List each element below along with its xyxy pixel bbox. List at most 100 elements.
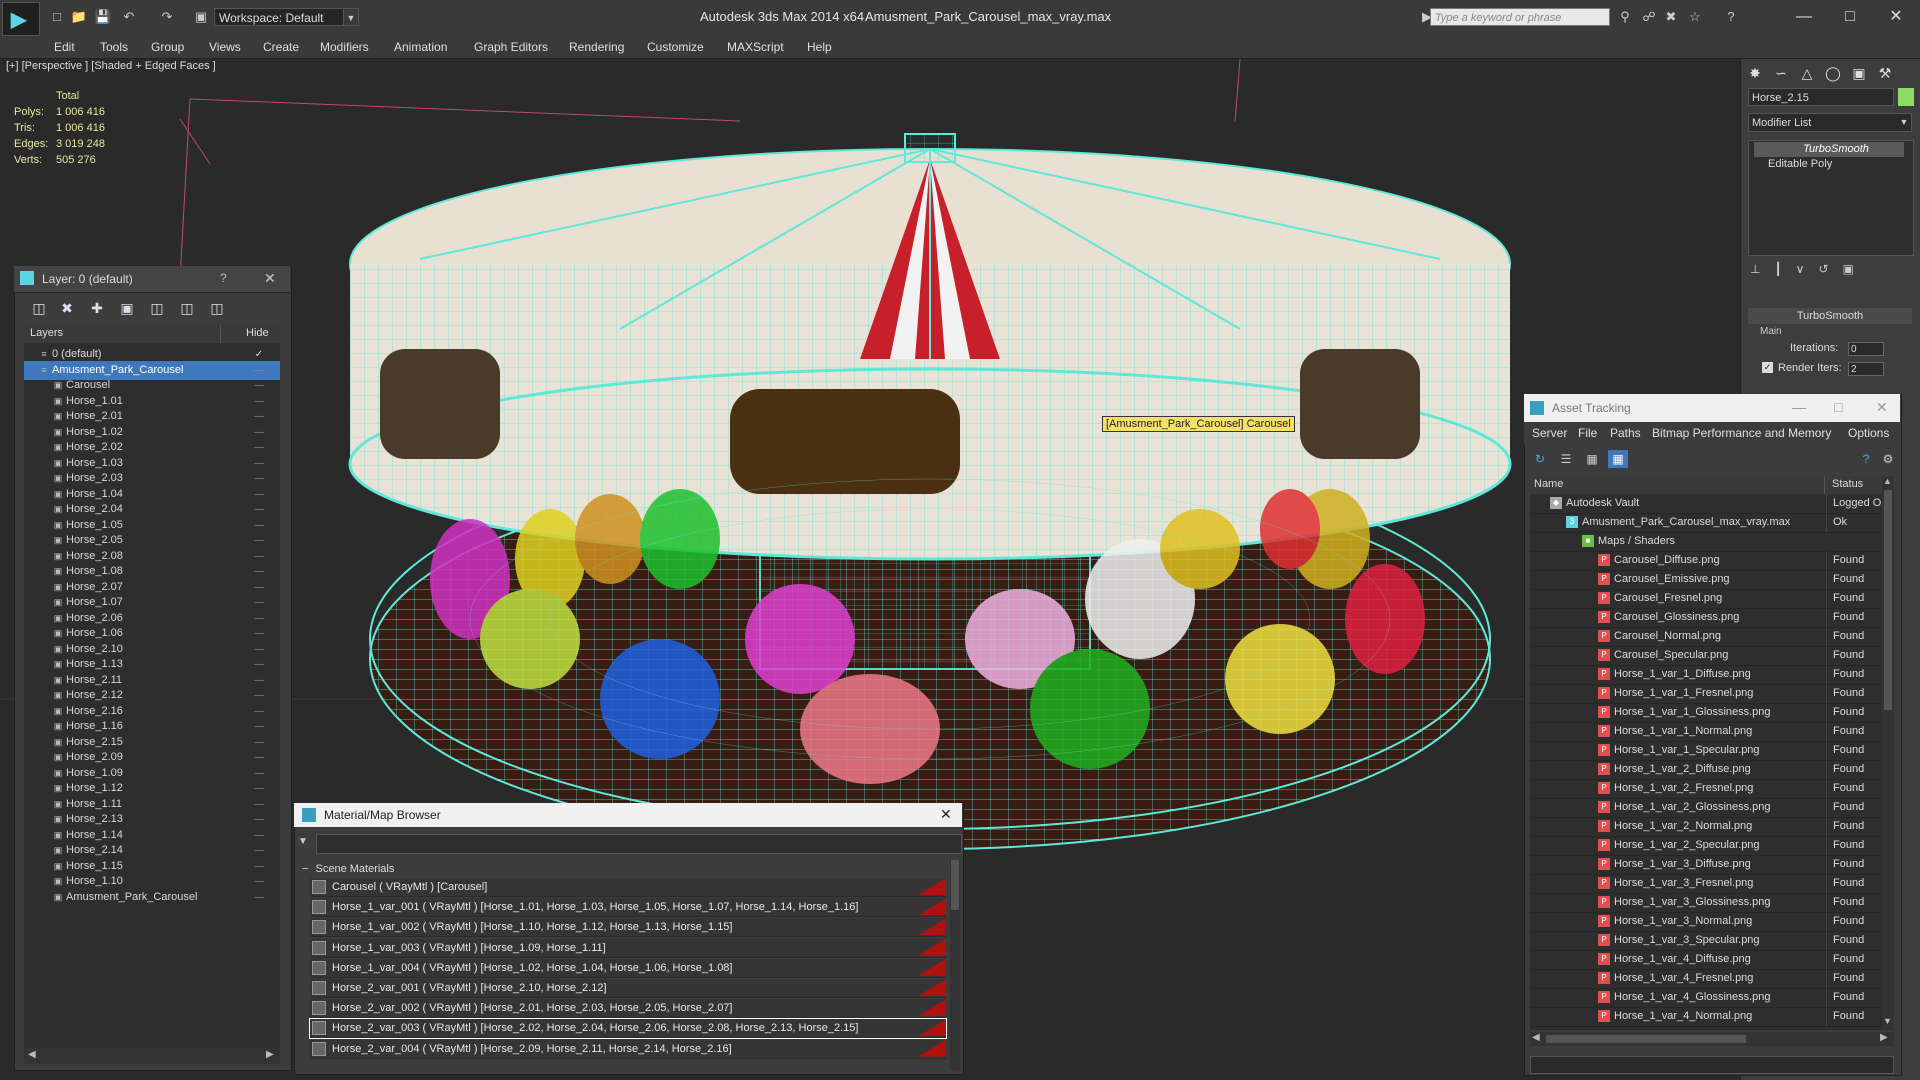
modifier-stack-editable-poly[interactable]: Editable Poly [1754,157,1904,172]
save-file-icon[interactable]: 💾 [94,8,112,26]
asset-menu-server[interactable]: Server [1532,426,1567,440]
material-search-input[interactable] [316,834,962,854]
material-row[interactable]: Carousel ( VRayMtl ) [Carousel] [310,878,946,897]
asset-row[interactable]: 3 Amusment_Park_Carousel_max_vray.max Ok [1530,513,1882,533]
turbosmooth-rollout-title[interactable]: TurboSmooth [1748,308,1912,324]
workspace-dropdown[interactable]: Workspace: Default [214,8,354,26]
menu-views[interactable]: Views [209,40,241,54]
scene-materials-group[interactable]: − Scene Materials [302,860,958,878]
collapse-icon[interactable]: − [302,863,308,875]
asset-maximize-icon[interactable]: □ [1834,399,1842,415]
menu-maxscript[interactable]: MAXScript [727,40,784,54]
create-tab-icon[interactable]: ✸ [1742,62,1768,84]
utilities-tab-icon[interactable]: ⚒ [1872,62,1898,84]
material-row[interactable]: Horse_1_var_004 ( VRayMtl ) [Horse_1.02,… [310,958,946,978]
workspace-chevron-down-icon[interactable]: ▼ [343,8,359,26]
delete-layer-icon[interactable]: ✖ [56,298,78,318]
communication-icon[interactable]: ✖ [1662,8,1680,26]
name-column-label[interactable]: Name [1534,478,1563,490]
asset-row[interactable]: ■ Maps / Shaders [1530,532,1882,552]
binoculars-icon[interactable]: ⚲ [1616,8,1634,26]
asset-help-icon[interactable]: ? [1856,450,1876,468]
asset-hscroll-thumb[interactable] [1546,1035,1746,1043]
asset-row[interactable]: P Carousel_Glossiness.png Found [1530,608,1882,628]
motion-tab-icon[interactable]: ◯ [1820,62,1846,84]
search-input[interactable]: Type a keyword or phrase [1430,8,1610,26]
asset-row[interactable]: P Horse_1_var_3_Diffuse.png Found [1530,855,1882,875]
material-browser-close-icon[interactable]: ✕ [940,806,952,823]
layer-close-icon[interactable]: ✕ [264,270,276,287]
modifier-list-dropdown[interactable]: Modifier List [1748,113,1912,132]
asset-menu-file[interactable]: File [1578,426,1597,440]
material-scroll-thumb[interactable] [951,860,959,910]
modify-tab-icon[interactable]: ∽ [1768,62,1794,84]
asset-row[interactable]: P Horse_1_var_1_Fresnel.png Found [1530,684,1882,704]
asset-row[interactable]: P Horse_1_var_2_Fresnel.png Found [1530,779,1882,799]
undo-icon[interactable]: ↶ [120,8,138,26]
material-browser-header[interactable]: Material/Map Browser ✕ [294,803,962,827]
asset-row[interactable]: P Carousel_Fresnel.png Found [1530,589,1882,609]
viewport-label[interactable]: [+] [Perspective ] [Shaded + Edged Faces… [6,60,216,72]
asset-menu-bitmap-performance[interactable]: Bitmap Performance and Memory [1652,426,1831,440]
asset-row[interactable]: P Horse_1_var_1_Normal.png Found [1530,722,1882,742]
project-folder-icon[interactable]: ▣ [192,8,210,26]
scroll-left-icon[interactable]: ◀ [28,1049,36,1060]
asset-row[interactable]: P Horse_1_var_1_Glossiness.png Found [1530,703,1882,723]
minimize-icon[interactable]: — [1784,4,1824,30]
hide-all-layers-icon[interactable]: ◫ [176,298,198,318]
hide-column-label[interactable]: Hide [246,327,269,339]
asset-row[interactable]: P Horse_1_var_4_Glossiness.png Found [1530,988,1882,1008]
asset-settings-icon[interactable]: ⚙ [1878,450,1898,468]
material-row[interactable]: Horse_2_var_002 ( VRayMtl ) [Horse_2.01,… [310,999,946,1019]
asset-row[interactable]: P Carousel_Normal.png Found [1530,627,1882,647]
iterations-spinner[interactable]: 0 [1848,342,1884,356]
render-iters-checkbox[interactable]: ✓ [1762,362,1773,373]
render-iters-spinner[interactable]: 2 [1848,362,1884,376]
asset-menu-paths[interactable]: Paths [1610,426,1641,440]
asset-scroll-left-icon[interactable]: ◀ [1532,1032,1540,1043]
asset-row[interactable]: P Horse_1_var_3_Fresnel.png Found [1530,874,1882,894]
layer-panel-header[interactable]: Layer: 0 (default) ? ✕ [14,266,290,293]
menu-group[interactable]: Group [151,40,184,54]
asset-row[interactable]: ◆ Autodesk Vault Logged Ou [1530,494,1882,514]
close-icon[interactable]: ✕ [1876,4,1916,30]
hide-toggle[interactable]: ― [251,888,267,907]
menu-customize[interactable]: Customize [647,40,704,54]
asset-scroll-up-icon[interactable]: ▲ [1883,476,1892,486]
menu-create[interactable]: Create [263,40,299,54]
layer-row[interactable]: ▣ Amusment_Park_Carousel ― [24,888,280,907]
create-layer-icon[interactable]: ◫ [28,298,50,318]
subscription-icon[interactable]: ☍ [1640,8,1658,26]
filter-options-icon[interactable]: ▼ [298,836,308,847]
menu-rendering[interactable]: Rendering [569,40,624,54]
asset-scroll-thumb[interactable] [1884,490,1892,710]
menu-help[interactable]: Help [807,40,832,54]
menu-modifiers[interactable]: Modifiers [320,40,369,54]
object-color-swatch[interactable] [1898,88,1914,106]
maximize-icon[interactable]: □ [1830,4,1870,30]
highlight-layer-icon[interactable]: ◫ [146,298,168,318]
material-vertical-scrollbar[interactable] [950,860,960,1070]
hierarchy-tab-icon[interactable]: △ [1794,62,1820,84]
thumbnail-view-icon[interactable]: ▦ [1582,450,1602,468]
object-name-field[interactable]: Horse_2.15 [1748,88,1894,106]
asset-row[interactable]: P Horse_1_var_3_Specular.png Found [1530,931,1882,951]
asset-row[interactable]: P Horse_1_var_1_Specular.png Found [1530,741,1882,761]
asset-row[interactable]: P Horse_1_var_4_Fresnel.png Found [1530,969,1882,989]
new-file-icon[interactable]: □ [48,8,66,26]
asset-scroll-down-icon[interactable]: ▼ [1883,1016,1892,1026]
refresh-icon[interactable]: ↻ [1530,450,1550,468]
asset-row[interactable]: P Horse_1_var_4_Diffuse.png Found [1530,950,1882,970]
asset-minimize-icon[interactable]: — [1792,399,1806,415]
asset-path-field[interactable] [1530,1056,1894,1074]
layer-help-icon[interactable]: ? [220,271,227,285]
asset-row[interactable]: P Horse_1_var_2_Specular.png Found [1530,836,1882,856]
material-row[interactable]: Horse_1_var_002 ( VRayMtl ) [Horse_1.10,… [310,918,946,938]
stack-tools-icons[interactable]: ⊥┃∨↺▣ [1750,262,1910,282]
asset-horizontal-scrollbar[interactable]: ◀ ▶ [1530,1032,1894,1046]
asset-row[interactable]: P Horse_1_var_2_Diffuse.png Found [1530,760,1882,780]
asset-row[interactable]: P Horse_1_var_2_Normal.png Found [1530,817,1882,837]
help-icon[interactable]: ? [1722,8,1740,26]
layers-column-label[interactable]: Layers [30,327,63,339]
asset-row[interactable]: P Carousel_Emissive.png Found [1530,570,1882,590]
